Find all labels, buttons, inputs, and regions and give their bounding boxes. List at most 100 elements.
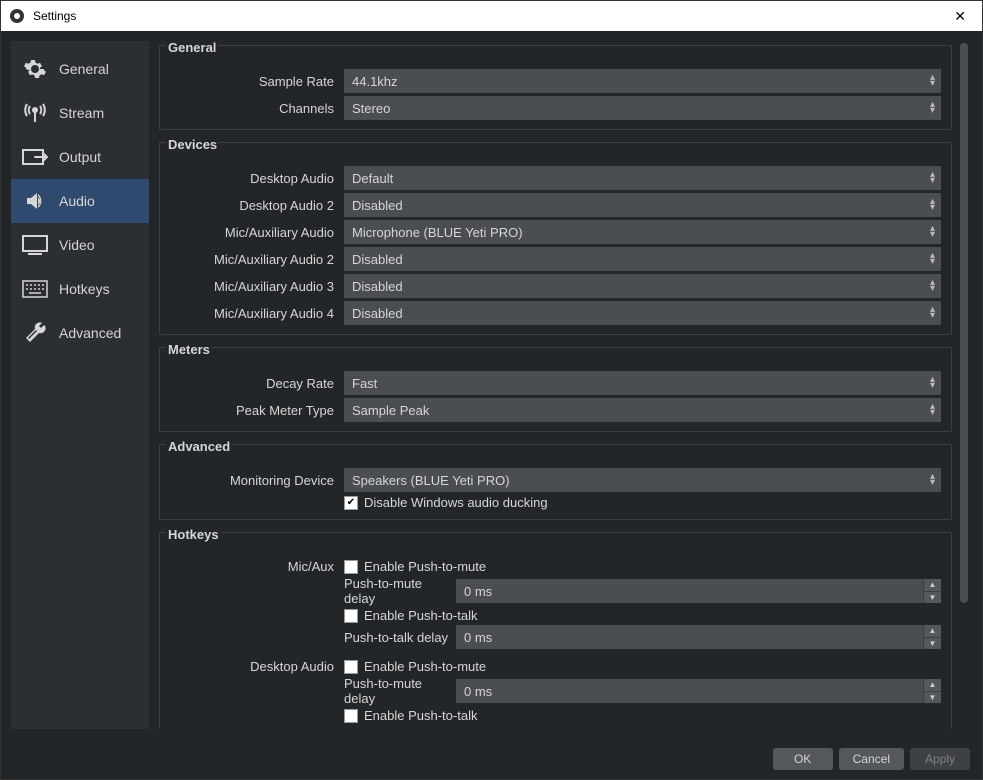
dialog-footer: OK Cancel Apply <box>1 739 982 779</box>
antenna-icon <box>21 99 49 127</box>
spin-up-icon[interactable]: ▲ <box>923 579 941 592</box>
scroll-area[interactable]: General Sample Rate 44.1khz ▴▾ Channels … <box>159 41 952 729</box>
group-general: General Sample Rate 44.1khz ▴▾ Channels … <box>159 45 952 130</box>
app-icon <box>9 8 25 24</box>
tools-icon <box>21 319 49 347</box>
chevron-updown-icon: ▴▾ <box>930 172 935 184</box>
apply-button[interactable]: Apply <box>910 748 970 770</box>
sidebar-item-output[interactable]: Output <box>11 135 149 179</box>
sidebar-item-label: Advanced <box>59 325 121 341</box>
group-title: Devices <box>166 137 219 152</box>
chevron-updown-icon: ▴▾ <box>930 307 935 319</box>
chevron-updown-icon: ▴▾ <box>930 253 935 265</box>
micaux-ptt-delay-spinner[interactable]: 0 ms ▲▼ <box>456 625 941 649</box>
sidebar-item-label: General <box>59 61 109 77</box>
sidebar-item-audio[interactable]: Audio <box>11 179 149 223</box>
speaker-icon <box>21 187 49 215</box>
disable-ducking-checkbox[interactable]: ✔ <box>344 496 358 510</box>
chevron-updown-icon: ▴▾ <box>930 377 935 389</box>
mic-aux-3-select[interactable]: Disabled ▴▾ <box>344 274 941 298</box>
chevron-updown-icon: ▴▾ <box>930 102 935 114</box>
group-title: General <box>166 41 218 55</box>
peak-meter-type-label: Peak Meter Type <box>170 403 344 418</box>
sidebar-item-label: Hotkeys <box>59 281 110 297</box>
sidebar-item-video[interactable]: Video <box>11 223 149 267</box>
output-icon <box>21 143 49 171</box>
group-title: Hotkeys <box>166 527 221 542</box>
sidebar-item-label: Output <box>59 149 101 165</box>
hotkeys-desktop-audio: Desktop Audio Enable Push-to-mute <box>170 659 941 723</box>
desktop-audio-2-label: Desktop Audio 2 <box>170 198 344 213</box>
chevron-updown-icon: ▴▾ <box>930 280 935 292</box>
sidebar-item-label: Stream <box>59 105 104 121</box>
group-advanced: Advanced Monitoring Device Speakers (BLU… <box>159 444 952 520</box>
group-hotkeys: Hotkeys Mic/Aux Enable Push-to-mute <box>159 532 952 729</box>
monitor-icon <box>21 231 49 259</box>
gear-icon <box>21 55 49 83</box>
chevron-updown-icon: ▴▾ <box>930 404 935 416</box>
sidebar-item-hotkeys[interactable]: Hotkeys <box>11 267 149 311</box>
window-title: Settings <box>33 9 76 23</box>
mic-aux-select[interactable]: Microphone (BLUE Yeti PRO) ▴▾ <box>344 220 941 244</box>
desktop-ptt-checkbox[interactable] <box>344 709 358 723</box>
spin-down-icon[interactable]: ▼ <box>923 692 941 704</box>
desktop-audio-select[interactable]: Default ▴▾ <box>344 166 941 190</box>
desktop-ptm-delay-spinner[interactable]: 0 ms ▲▼ <box>456 679 941 703</box>
keyboard-icon <box>21 275 49 303</box>
spin-down-icon[interactable]: ▼ <box>923 638 941 650</box>
main-panel: General Sample Rate 44.1khz ▴▾ Channels … <box>159 41 972 729</box>
spin-down-icon[interactable]: ▼ <box>923 592 941 604</box>
desktop-ptm-delay-label: Push-to-mute delay <box>344 676 456 706</box>
scrollbar-thumb[interactable] <box>960 43 968 603</box>
monitoring-device-select[interactable]: Speakers (BLUE Yeti PRO) ▴▾ <box>344 468 941 492</box>
titlebar: Settings ✕ <box>1 1 982 31</box>
cancel-button[interactable]: Cancel <box>839 748 904 770</box>
settings-dialog: Settings ✕ General Stream <box>0 0 983 780</box>
content-area: General Stream Output Audio <box>1 31 982 739</box>
decay-rate-label: Decay Rate <box>170 376 344 391</box>
mic-aux-4-select[interactable]: Disabled ▴▾ <box>344 301 941 325</box>
mic-aux-label: Mic/Auxiliary Audio <box>170 225 344 240</box>
group-devices: Devices Desktop Audio Default ▴▾ Desktop… <box>159 142 952 335</box>
desktop-audio-2-select[interactable]: Disabled ▴▾ <box>344 193 941 217</box>
group-meters: Meters Decay Rate Fast ▴▾ Peak Meter Typ… <box>159 347 952 432</box>
sidebar-item-advanced[interactable]: Advanced <box>11 311 149 355</box>
micaux-ptm-delay-label: Push-to-mute delay <box>344 576 456 606</box>
desktop-ptm-checkbox[interactable] <box>344 660 358 674</box>
channels-select[interactable]: Stereo ▴▾ <box>344 96 941 120</box>
sidebar: General Stream Output Audio <box>11 41 149 729</box>
hotkeys-desktop-label: Desktop Audio <box>170 659 344 674</box>
monitoring-device-label: Monitoring Device <box>170 473 344 488</box>
micaux-ptm-checkbox[interactable] <box>344 560 358 574</box>
micaux-ptt-checkbox[interactable] <box>344 609 358 623</box>
mic-aux-3-label: Mic/Auxiliary Audio 3 <box>170 279 344 294</box>
decay-rate-select[interactable]: Fast ▴▾ <box>344 371 941 395</box>
micaux-ptt-delay-label: Push-to-talk delay <box>344 630 456 645</box>
peak-meter-type-select[interactable]: Sample Peak ▴▾ <box>344 398 941 422</box>
sidebar-item-general[interactable]: General <box>11 47 149 91</box>
sample-rate-label: Sample Rate <box>170 74 344 89</box>
chevron-updown-icon: ▴▾ <box>930 474 935 486</box>
spin-up-icon[interactable]: ▲ <box>923 625 941 638</box>
micaux-ptm-delay-spinner[interactable]: 0 ms ▲▼ <box>456 579 941 603</box>
mic-aux-4-label: Mic/Auxiliary Audio 4 <box>170 306 344 321</box>
hotkeys-mic-aux-label: Mic/Aux <box>170 559 344 574</box>
chevron-updown-icon: ▴▾ <box>930 199 935 211</box>
sidebar-item-label: Video <box>59 237 95 253</box>
ok-button[interactable]: OK <box>773 748 833 770</box>
desktop-audio-label: Desktop Audio <box>170 171 344 186</box>
channels-label: Channels <box>170 101 344 116</box>
close-icon[interactable]: ✕ <box>946 4 974 29</box>
group-title: Advanced <box>166 439 232 454</box>
mic-aux-2-label: Mic/Auxiliary Audio 2 <box>170 252 344 267</box>
spin-up-icon[interactable]: ▲ <box>923 679 941 692</box>
chevron-updown-icon: ▴▾ <box>930 226 935 238</box>
group-title: Meters <box>166 342 212 357</box>
sample-rate-select[interactable]: 44.1khz ▴▾ <box>344 69 941 93</box>
mic-aux-2-select[interactable]: Disabled ▴▾ <box>344 247 941 271</box>
sidebar-item-stream[interactable]: Stream <box>11 91 149 135</box>
chevron-updown-icon: ▴▾ <box>930 75 935 87</box>
hotkeys-mic-aux: Mic/Aux Enable Push-to-mute <box>170 559 941 649</box>
sidebar-item-label: Audio <box>59 193 95 209</box>
disable-ducking-label: Disable Windows audio ducking <box>364 495 548 510</box>
